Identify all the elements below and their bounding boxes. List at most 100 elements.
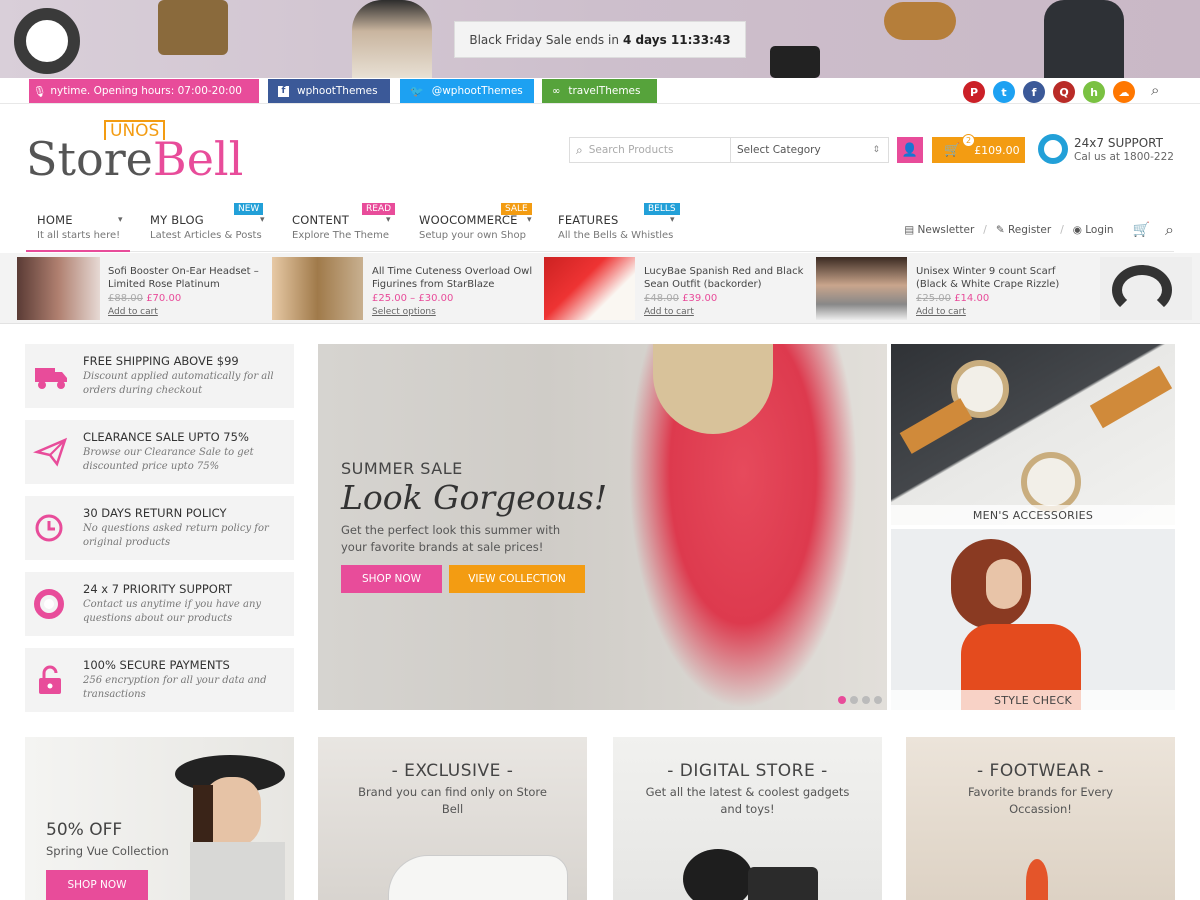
promo-tile-spring[interactable]: 50% OFF Spring Vue Collection SHOP NOW (25, 737, 294, 900)
promo-tile-footwear[interactable]: - FOOTWEAR - Favorite brands for Every O… (906, 737, 1175, 900)
feature-box: 24 x 7 PRIORITY SUPPORT Contact us anyti… (25, 572, 294, 636)
product-image-partial[interactable] (1100, 257, 1192, 320)
cart-icon[interactable]: 🛒 (1133, 222, 1150, 238)
slider-dot[interactable] (850, 696, 858, 704)
product-title[interactable]: All Time Cuteness Overload Owl Figurines… (372, 265, 542, 291)
newsletter-link[interactable]: ▤ Newsletter (904, 224, 974, 236)
product-card[interactable]: All Time Cuteness Overload Owl Figurines… (272, 257, 540, 320)
product-title[interactable]: Sofi Booster On-Ear Headset – Limited Ro… (108, 265, 278, 291)
headphones-image (14, 8, 80, 74)
tile-desc: Get all the latest & coolest gadgets and… (645, 785, 850, 816)
login-link[interactable]: ◉ Login (1073, 224, 1114, 236)
promo-tile-exclusive[interactable]: - EXCLUSIVE - Brand you can find only on… (318, 737, 587, 900)
soundcloud-icon[interactable]: ☁ (1113, 81, 1135, 103)
product-card[interactable]: Unisex Winter 9 count Scarf (Black & Whi… (816, 257, 1098, 320)
sale-price: £70.00 (146, 293, 182, 304)
slider-dot[interactable] (838, 696, 846, 704)
feature-desc: Discount applied automatically for all o… (83, 371, 274, 396)
tile-title: 50% OFF (46, 820, 123, 840)
add-to-cart-link[interactable]: Add to cart (108, 307, 278, 317)
nav-subtitle: Latest Articles & Posts (150, 230, 262, 241)
nav-item-blog[interactable]: NEW MY BLOG Latest Articles & Posts ▾ (150, 203, 270, 241)
select-arrows-icon: ⇕ (872, 145, 880, 155)
category-select-value: Select Category (737, 144, 821, 156)
feature-box: CLEARANCE SALE UPTO 75% Browse our Clear… (25, 420, 294, 484)
announcement-bar: 🎙 nytime. Opening hours: 07:00-20:00 (29, 79, 259, 103)
cart-icon: 🛒 (944, 142, 961, 158)
add-to-cart-link[interactable]: Add to cart (644, 307, 814, 317)
user-icon: 👤 (901, 142, 919, 158)
shop-now-button[interactable]: SHOP NOW (46, 870, 148, 900)
nav-title: WOOCOMMERCE (419, 213, 518, 227)
promo-tile-digital[interactable]: - DIGITAL STORE - Get all the latest & c… (613, 737, 882, 900)
tripadvisor-icon: ∞ (552, 85, 561, 97)
product-title[interactable]: LucyBae Spanish Red and Black Sean Outfi… (644, 265, 814, 291)
register-link[interactable]: ✎ Register (996, 224, 1051, 236)
chevron-down-icon: ▾ (527, 215, 532, 225)
nav-item-content[interactable]: READ CONTENT Explore The Theme ▾ (292, 203, 398, 241)
account-button[interactable]: 👤 (897, 137, 923, 163)
nav-item-home[interactable]: HOME It all starts here! ▾ (26, 213, 130, 252)
countdown-timer: 4 days 11:33:43 (622, 32, 731, 47)
style-check-banner[interactable]: STYLE CHECK (891, 529, 1175, 710)
chevron-down-icon: ▾ (260, 215, 265, 225)
nav-item-features[interactable]: BELLS FEATURES All the Bells & Whistles … (558, 203, 682, 241)
search-icon[interactable]: ⌕ (1165, 220, 1174, 240)
tripadvisor-link[interactable]: ∞ travelThemes (542, 79, 657, 103)
search-icon[interactable]: ⌕ (1151, 81, 1159, 99)
view-collection-button[interactable]: VIEW COLLECTION (449, 565, 585, 593)
product-image[interactable] (272, 257, 363, 320)
twitter-icon[interactable]: t (993, 81, 1015, 103)
search-input[interactable]: ⌕ Search Products (570, 138, 731, 162)
main-navigation: HOME It all starts here! ▾ NEW MY BLOG L… (26, 203, 1174, 252)
separator: / (983, 224, 987, 236)
product-card[interactable]: LucyBae Spanish Red and Black Sean Outfi… (544, 257, 812, 320)
product-image[interactable] (816, 257, 907, 320)
cart-button[interactable]: 🛒 2 £109.00 (932, 134, 1025, 163)
product-card[interactable]: Sofi Booster On-Ear Headset – Limited Ro… (17, 257, 277, 320)
feature-desc: No questions asked return policy for ori… (83, 523, 269, 548)
nav-subtitle: Explore The Theme (292, 230, 389, 241)
facebook-link[interactable]: f wphootThemes (268, 79, 390, 103)
hero-kicker: SUMMER SALE (341, 459, 463, 478)
sale-price: £39.00 (682, 293, 718, 304)
social-bar: 🎙 nytime. Opening hours: 07:00-20:00 f w… (0, 78, 1200, 104)
feature-desc: 256 encryption for all your data and tra… (83, 675, 267, 700)
watch-image (1021, 452, 1081, 512)
old-price: £88.00 (108, 293, 143, 304)
man-image (1044, 0, 1124, 78)
select-options-link[interactable]: Select options (372, 307, 542, 317)
product-price: £25.00 – £30.00 (372, 293, 542, 304)
feature-box: 30 DAYS RETURN POLICY No questions asked… (25, 496, 294, 560)
nav-subtitle: It all starts here! (37, 230, 121, 241)
houzz-icon[interactable]: h (1083, 81, 1105, 103)
newsletter-label: Newsletter (917, 224, 975, 236)
hero-slider[interactable]: SUMMER SALE Look Gorgeous! Get the perfe… (318, 344, 887, 710)
pinterest-icon[interactable]: P (963, 81, 985, 103)
product-title[interactable]: Unisex Winter 9 count Scarf (Black & Whi… (916, 265, 1086, 291)
promo-banner[interactable]: Black Friday Sale ends in 4 days 11:33:4… (0, 0, 1200, 78)
tile-desc: Brand you can find only on Store Bell (358, 785, 547, 816)
facebook-label: wphootThemes (297, 85, 378, 97)
shop-now-button[interactable]: SHOP NOW (341, 565, 442, 593)
facebook-icon: f (278, 85, 289, 97)
mens-accessories-banner[interactable]: MEN'S ACCESSORIES (891, 344, 1175, 525)
product-image[interactable] (17, 257, 100, 320)
add-to-cart-link[interactable]: Add to cart (916, 307, 1086, 317)
nav-title: HOME (37, 213, 73, 227)
twitter-link[interactable]: 🐦 @wphootThemes (400, 79, 534, 103)
chevron-down-icon: ▾ (670, 215, 675, 225)
camera-image (770, 46, 820, 78)
nav-title: FEATURES (558, 213, 619, 227)
slider-dot[interactable] (874, 696, 882, 704)
nav-item-woocommerce[interactable]: SALE WOOCOMMERCE Setup your own Shop ▾ (419, 203, 537, 241)
camera-body (748, 867, 818, 900)
feature-title: 30 DAYS RETURN POLICY (83, 506, 227, 520)
watch-strap (1089, 365, 1173, 429)
microphone-icon: 🎙 (33, 85, 47, 98)
product-image[interactable] (544, 257, 635, 320)
quora-icon[interactable]: Q (1053, 81, 1075, 103)
slider-dot[interactable] (862, 696, 870, 704)
category-select[interactable]: Select Category ⇕ (731, 138, 888, 162)
facebook-icon[interactable]: f (1023, 81, 1045, 103)
